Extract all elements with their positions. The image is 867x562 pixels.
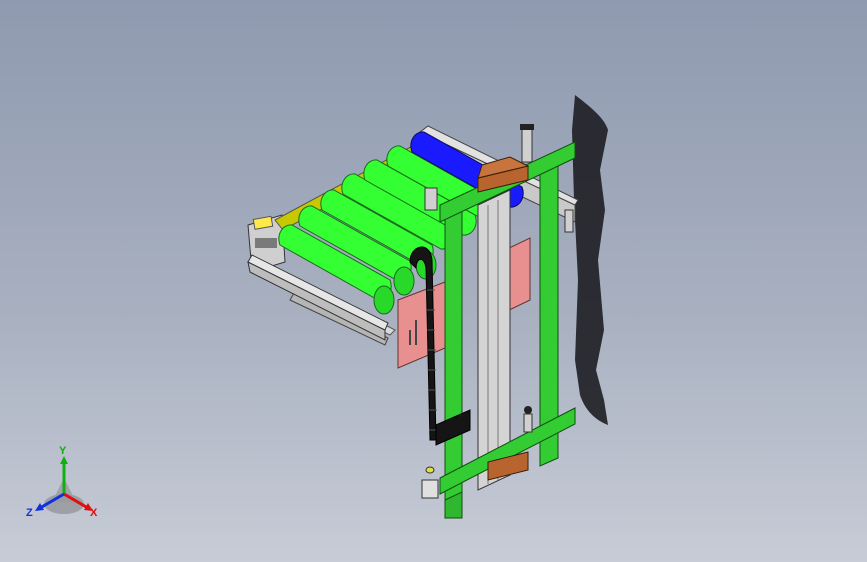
knob-lower-stem: [523, 413, 533, 433]
roller-1-end: [373, 285, 395, 315]
model-shadow: [572, 95, 608, 425]
sensor-yellow: [425, 466, 435, 474]
knob-lower: [524, 406, 532, 414]
top-fitting-left: [424, 187, 438, 211]
triad-y-arrow: [60, 456, 68, 464]
cad-viewport[interactable]: Y X Z: [0, 0, 867, 562]
bottom-clamp: [421, 479, 439, 499]
triad-y-label: Y: [59, 445, 67, 457]
top-fitting-right-cap: [520, 124, 534, 130]
coordinate-triad[interactable]: Y X Z: [24, 444, 114, 524]
roller-2-end: [393, 266, 415, 296]
roller-conveyor-lift-model[interactable]: [0, 0, 867, 562]
triad-z-label: Z: [26, 507, 33, 519]
top-fitting-right: [521, 127, 533, 163]
triad-x-label: X: [90, 507, 98, 519]
end-plate-slot: [255, 238, 277, 248]
right-post-mount: [564, 209, 574, 233]
